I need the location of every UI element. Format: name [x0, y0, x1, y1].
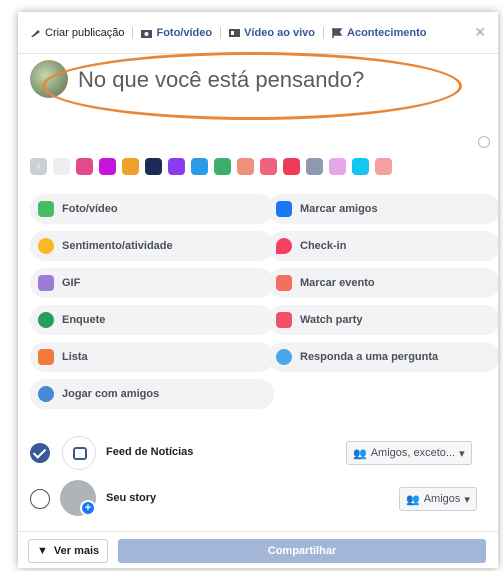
feed-label: Feed de Notícias	[106, 446, 194, 458]
tab-label: Vídeo ao vivo	[244, 26, 316, 39]
smiley-icon	[38, 238, 54, 254]
tab-separator	[132, 26, 134, 39]
story-audience-selector[interactable]: 👥 Amigos ▾	[399, 487, 477, 511]
composer-footer: ▼ Ver mais Compartilhar	[18, 531, 498, 568]
action-gif[interactable]: GIF	[30, 268, 274, 298]
action-label: Marcar evento	[300, 277, 375, 289]
background-swatch[interactable]	[237, 158, 254, 175]
poll-icon	[38, 312, 54, 328]
speech-bubble-icon	[276, 349, 292, 365]
background-swatch[interactable]	[352, 158, 369, 175]
tab-photo-video[interactable]: Foto/vídeo	[141, 27, 212, 39]
popcorn-icon	[276, 312, 292, 328]
background-swatch[interactable]	[76, 158, 93, 175]
close-icon[interactable]: ✕	[474, 24, 486, 41]
create-post-card: Criar publicação Foto/vídeo Vídeo ao viv…	[18, 12, 498, 568]
tab-label: Foto/vídeo	[156, 26, 213, 39]
tab-live-video[interactable]: Vídeo ao vivo	[229, 27, 315, 39]
background-color-picker: ‹	[30, 158, 392, 175]
news-feed-icon	[62, 436, 96, 470]
background-swatch[interactable]	[191, 158, 208, 175]
action-label: Watch party	[300, 314, 363, 326]
flag-icon	[332, 27, 343, 38]
story-label: Seu story	[106, 492, 157, 504]
audience-label: Amigos, exceto...	[370, 447, 456, 459]
friends-icon: 👥	[406, 493, 420, 506]
composer-tabs: Criar publicação Foto/vídeo Vídeo ao viv…	[18, 12, 498, 54]
emoji-icon[interactable]	[478, 136, 490, 148]
background-swatch[interactable]	[283, 158, 300, 175]
background-swatch[interactable]	[329, 158, 346, 175]
story-audience-row: + Seu story 👥 Amigos ▾	[18, 476, 498, 522]
see-more-label: Ver mais	[53, 545, 100, 557]
background-swatch[interactable]	[168, 158, 185, 175]
background-swatch[interactable]	[122, 158, 139, 175]
photo-icon	[38, 201, 54, 217]
pencil-icon	[30, 28, 41, 38]
chevron-left-icon[interactable]: ‹	[30, 158, 47, 175]
feed-audience-row: Feed de Notícias 👥 Amigos, exceto... ▾	[18, 430, 498, 476]
action-play-with-friends[interactable]: Jogar com amigos	[30, 379, 274, 409]
caret-down-icon: ▼	[37, 545, 48, 557]
friends-icon: 👥	[353, 447, 367, 460]
gamepad-icon	[38, 386, 54, 402]
tag-friends-icon	[276, 201, 292, 217]
tab-label: Acontecimento	[347, 26, 427, 39]
action-label: GIF	[62, 277, 81, 289]
action-list[interactable]: Lista	[30, 342, 274, 372]
action-label: Foto/vídeo	[62, 203, 118, 215]
tab-label: Criar publicação	[45, 26, 125, 39]
action-watch-party[interactable]: Watch party	[268, 305, 498, 335]
location-pin-icon	[276, 238, 292, 254]
background-swatch[interactable]	[375, 158, 392, 175]
background-swatch[interactable]	[53, 158, 70, 175]
feed-checkbox[interactable]	[30, 443, 50, 463]
action-photo-video[interactable]: Foto/vídeo	[30, 194, 274, 224]
caret-down-icon: ▾	[464, 493, 470, 506]
calendar-icon	[276, 275, 292, 291]
action-poll[interactable]: Enquete	[30, 305, 274, 335]
feed-audience-selector[interactable]: 👥 Amigos, exceto... ▾	[346, 441, 472, 465]
story-checkbox[interactable]	[30, 489, 50, 509]
tab-create-post[interactable]: Criar publicação	[30, 27, 124, 39]
camera-icon	[141, 28, 153, 38]
tab-life-event[interactable]: Acontecimento	[332, 27, 426, 39]
live-video-icon	[229, 28, 241, 38]
background-swatch[interactable]	[260, 158, 277, 175]
tab-separator	[220, 26, 222, 39]
plus-icon: +	[80, 500, 96, 516]
background-swatch[interactable]	[306, 158, 323, 175]
audience-label: Amigos	[423, 493, 461, 505]
action-create-event[interactable]: Marcar evento	[268, 268, 498, 298]
tab-separator	[323, 26, 325, 39]
action-label: Responda a uma pergunta	[300, 351, 439, 363]
background-swatch[interactable]	[214, 158, 231, 175]
gif-icon	[38, 275, 54, 291]
caret-down-icon: ▾	[459, 447, 465, 460]
action-label: Enquete	[62, 314, 106, 326]
background-swatch[interactable]	[145, 158, 162, 175]
action-feeling-activity[interactable]: Sentimento/atividade	[30, 231, 274, 261]
see-more-button[interactable]: ▼ Ver mais	[28, 539, 108, 563]
action-check-in[interactable]: Check-in	[268, 231, 498, 261]
action-ask-question[interactable]: Responda a uma pergunta	[268, 342, 498, 372]
highlight-annotation	[42, 52, 462, 120]
action-tag-friends[interactable]: Marcar amigos	[268, 194, 498, 224]
action-label: Check-in	[300, 240, 347, 252]
action-label: Jogar com amigos	[62, 388, 160, 400]
action-label: Marcar amigos	[300, 203, 378, 215]
list-icon	[38, 349, 54, 365]
action-label: Sentimento/atividade	[62, 240, 173, 252]
action-label: Lista	[62, 351, 88, 363]
share-button[interactable]: Compartilhar	[118, 539, 486, 563]
background-swatch[interactable]	[99, 158, 116, 175]
